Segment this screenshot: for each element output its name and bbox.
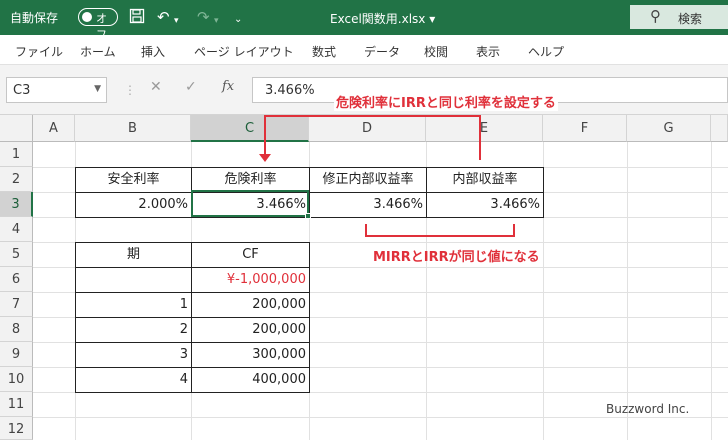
top-callout-text: 危険利率にIRRと同じ利率を設定する — [334, 92, 558, 111]
annotation-overlay — [259, 115, 515, 237]
top-callout-arrow — [259, 115, 481, 162]
bottom-callout-text: MIRRとIRRが同じ値になる — [373, 250, 540, 265]
bottom-callout-bracket — [365, 224, 515, 237]
watermark: Buzzword Inc. — [606, 402, 690, 416]
